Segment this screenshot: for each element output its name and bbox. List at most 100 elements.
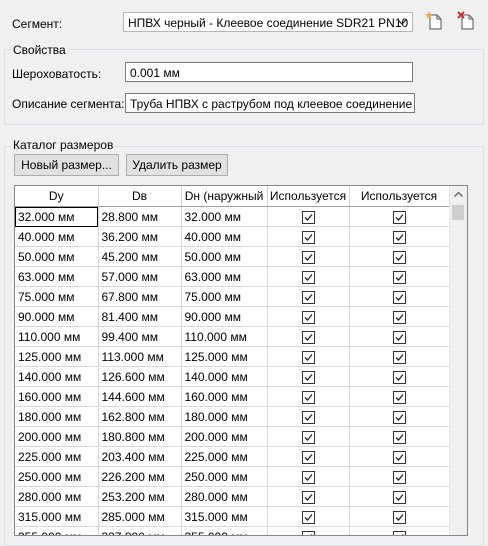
cell-dy[interactable]: 250.000 мм bbox=[15, 466, 99, 487]
new-document-icon[interactable] bbox=[424, 10, 446, 32]
checkbox[interactable] bbox=[392, 510, 406, 524]
cell-dv[interactable]: 285.000 мм bbox=[98, 506, 182, 527]
table-row[interactable]: 200.000 мм 180.800 мм 200.000 мм bbox=[15, 426, 450, 447]
cell-dn[interactable]: 32.000 мм bbox=[181, 206, 268, 227]
table-row[interactable]: 225.000 мм 203.400 мм 225.000 мм bbox=[15, 446, 450, 467]
cell-dy[interactable]: 125.000 мм bbox=[15, 346, 99, 367]
checkbox[interactable] bbox=[392, 310, 406, 324]
column-header-dn[interactable]: Dн (наружный bbox=[181, 186, 268, 207]
cell-dv[interactable]: 253.200 мм bbox=[98, 486, 182, 507]
table-row[interactable]: 110.000 мм 99.400 мм 110.000 мм bbox=[15, 326, 450, 347]
segment-select[interactable]: НПВХ черный - Клеевое соединение SDR21 P… bbox=[123, 12, 413, 32]
checkbox[interactable] bbox=[392, 270, 406, 284]
table-row[interactable]: 125.000 мм 113.000 мм 125.000 мм bbox=[15, 346, 450, 367]
checkbox[interactable] bbox=[301, 390, 315, 404]
cell-dv[interactable]: 126.600 мм bbox=[98, 366, 182, 387]
column-header-dv[interactable]: Dв bbox=[98, 186, 182, 207]
cell-dy[interactable]: 110.000 мм bbox=[15, 326, 99, 347]
roughness-field[interactable]: 0.001 мм bbox=[125, 62, 413, 82]
checkbox[interactable] bbox=[301, 530, 315, 535]
cell-dn[interactable]: 180.000 мм bbox=[181, 406, 268, 427]
cell-dn[interactable]: 280.000 мм bbox=[181, 486, 268, 507]
cell-dn[interactable]: 75.000 мм bbox=[181, 286, 268, 307]
checkbox[interactable] bbox=[392, 290, 406, 304]
sizes-table[interactable]: Dy Dв Dн (наружный Используется Использу… bbox=[14, 185, 468, 536]
table-row[interactable]: 355.000 мм327.800 мм355.000 мм bbox=[15, 526, 450, 535]
cell-dv[interactable]: 36.200 мм bbox=[98, 226, 182, 247]
table-row[interactable]: 75.000 мм 67.800 мм 75.000 мм bbox=[15, 286, 450, 307]
cell-dy[interactable]: 180.000 мм bbox=[15, 406, 99, 427]
cell-dn[interactable]: 63.000 мм bbox=[181, 266, 268, 287]
delete-size-button[interactable]: Удалить размер bbox=[126, 154, 228, 176]
cell-dn[interactable]: 200.000 мм bbox=[181, 426, 268, 447]
checkbox[interactable] bbox=[301, 230, 315, 244]
column-header-used-1[interactable]: Используется bbox=[267, 186, 350, 207]
cell-dy[interactable]: 140.000 мм bbox=[15, 366, 99, 387]
cell-dy[interactable]: 200.000 мм bbox=[15, 426, 99, 447]
cell-dv[interactable]: 67.800 мм bbox=[98, 286, 182, 307]
cell-dv[interactable]: 226.200 мм bbox=[98, 466, 182, 487]
cell-dv[interactable]: 45.200 мм bbox=[98, 246, 182, 267]
cell-dn[interactable]: 90.000 мм bbox=[181, 306, 268, 327]
checkbox[interactable] bbox=[392, 490, 406, 504]
cell-dy[interactable]: 63.000 мм bbox=[15, 266, 99, 287]
description-field[interactable]: Труба НПВХ с раструбом под клеевое соеди… bbox=[125, 93, 415, 113]
table-row[interactable]: 32.000 мм 28.800 мм 32.000 мм bbox=[15, 206, 450, 227]
checkbox[interactable] bbox=[392, 410, 406, 424]
checkbox[interactable] bbox=[301, 250, 315, 264]
cell-dy[interactable]: 225.000 мм bbox=[15, 446, 99, 467]
table-row[interactable]: 250.000 мм 226.200 мм 250.000 мм bbox=[15, 466, 450, 487]
table-row[interactable]: 40.000 мм 36.200 мм 40.000 мм bbox=[15, 226, 450, 247]
cell-dy[interactable]: 50.000 мм bbox=[15, 246, 99, 267]
checkbox[interactable] bbox=[392, 250, 406, 264]
delete-document-icon[interactable] bbox=[456, 10, 478, 32]
cell-dv[interactable]: 180.800 мм bbox=[98, 426, 182, 447]
vertical-scrollbar[interactable] bbox=[449, 186, 467, 535]
column-header-used-2[interactable]: Используется bbox=[349, 186, 450, 207]
new-size-button[interactable]: Новый размер... bbox=[14, 154, 119, 176]
cell-dy[interactable]: 160.000 мм bbox=[15, 386, 99, 407]
table-row[interactable]: 63.000 мм 57.000 мм 63.000 мм bbox=[15, 266, 450, 287]
checkbox[interactable] bbox=[301, 330, 315, 344]
checkbox[interactable] bbox=[301, 210, 315, 224]
cell-dn[interactable]: 315.000 мм bbox=[181, 506, 268, 527]
cell-dv[interactable]: 162.800 мм bbox=[98, 406, 182, 427]
cell-dn[interactable]: 160.000 мм bbox=[181, 386, 268, 407]
cell-dv[interactable]: 57.000 мм bbox=[98, 266, 182, 287]
table-row[interactable]: 160.000 мм 144.600 мм 160.000 мм bbox=[15, 386, 450, 407]
table-row[interactable]: 90.000 мм 81.400 мм 90.000 мм bbox=[15, 306, 450, 327]
checkbox[interactable] bbox=[392, 370, 406, 384]
checkbox[interactable] bbox=[301, 350, 315, 364]
checkbox[interactable] bbox=[301, 450, 315, 464]
cell-dv[interactable]: 203.400 мм bbox=[98, 446, 182, 467]
checkbox[interactable] bbox=[301, 510, 315, 524]
checkbox[interactable] bbox=[301, 270, 315, 284]
checkbox[interactable] bbox=[301, 470, 315, 484]
cell-dv[interactable]: 81.400 мм bbox=[98, 306, 182, 327]
cell-dv[interactable]: 144.600 мм bbox=[98, 386, 182, 407]
table-row[interactable]: 50.000 мм 45.200 мм 50.000 мм bbox=[15, 246, 450, 267]
checkbox[interactable] bbox=[392, 230, 406, 244]
column-header-dy[interactable]: Dy bbox=[15, 186, 99, 207]
checkbox[interactable] bbox=[392, 390, 406, 404]
cell-dy[interactable]: 90.000 мм bbox=[15, 306, 99, 327]
checkbox[interactable] bbox=[392, 430, 406, 444]
cell-dy[interactable]: 355.000 мм bbox=[15, 526, 99, 535]
checkbox[interactable] bbox=[392, 470, 406, 484]
table-row[interactable]: 280.000 мм 253.200 мм 280.000 мм bbox=[15, 486, 450, 507]
scrollbar-thumb[interactable] bbox=[452, 205, 464, 220]
cell-dy[interactable]: 75.000 мм bbox=[15, 286, 99, 307]
cell-dn[interactable]: 50.000 мм bbox=[181, 246, 268, 267]
checkbox[interactable] bbox=[392, 350, 406, 364]
cell-dn[interactable]: 110.000 мм bbox=[181, 326, 268, 347]
table-row[interactable]: 140.000 мм 126.600 мм 140.000 мм bbox=[15, 366, 450, 387]
checkbox[interactable] bbox=[301, 410, 315, 424]
cell-dy[interactable]: 315.000 мм bbox=[15, 506, 99, 527]
checkbox[interactable] bbox=[301, 430, 315, 444]
cell-dv[interactable]: 28.800 мм bbox=[98, 206, 182, 227]
cell-dy[interactable]: 280.000 мм bbox=[15, 486, 99, 507]
cell-dy[interactable]: 32.000 мм bbox=[15, 206, 99, 227]
cell-dn[interactable]: 40.000 мм bbox=[181, 226, 268, 247]
scroll-up-arrow-icon[interactable] bbox=[450, 186, 467, 203]
checkbox[interactable] bbox=[301, 370, 315, 384]
